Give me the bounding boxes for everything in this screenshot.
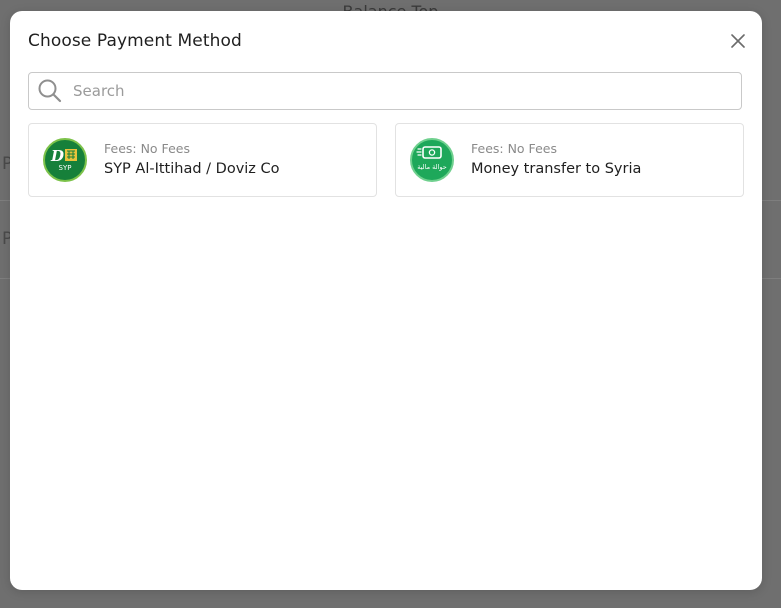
payment-method-card-money-transfer[interactable]: حوالة مالية Fees: No Fees Money transfer… [395,123,744,197]
search-box[interactable] [28,72,742,110]
search-icon [37,78,63,104]
doviz-logo-icon: D SYP [43,138,87,182]
doviz-logo-text: SYP [58,164,72,172]
payment-method-info: Fees: No Fees Money transfer to Syria [471,141,641,179]
money-transfer-logo-text: حوالة مالية [417,163,447,171]
close-button[interactable] [728,31,748,51]
fees-label: Fees: No Fees [471,141,557,156]
money-transfer-logo-icon: حوالة مالية [410,138,454,182]
fees-label: Fees: No Fees [104,141,190,156]
payment-method-card-doviz[interactable]: D SYP Fees: No Fees SYP Al-Ittihad / Dov… [28,123,377,197]
search-input[interactable] [71,81,741,101]
close-icon [731,34,745,48]
payment-method-name: Money transfer to Syria [471,161,642,177]
svg-text:D: D [50,147,64,165]
payment-method-dialog: Choose Payment Method D SYP [10,11,762,590]
payment-method-info: Fees: No Fees SYP Al-Ittihad / Doviz Co [104,141,280,179]
payment-methods-list: D SYP Fees: No Fees SYP Al-Ittihad / Dov… [28,123,744,197]
payment-method-name: SYP Al-Ittihad / Doviz Co [104,161,280,177]
dialog-title: Choose Payment Method [28,31,242,51]
